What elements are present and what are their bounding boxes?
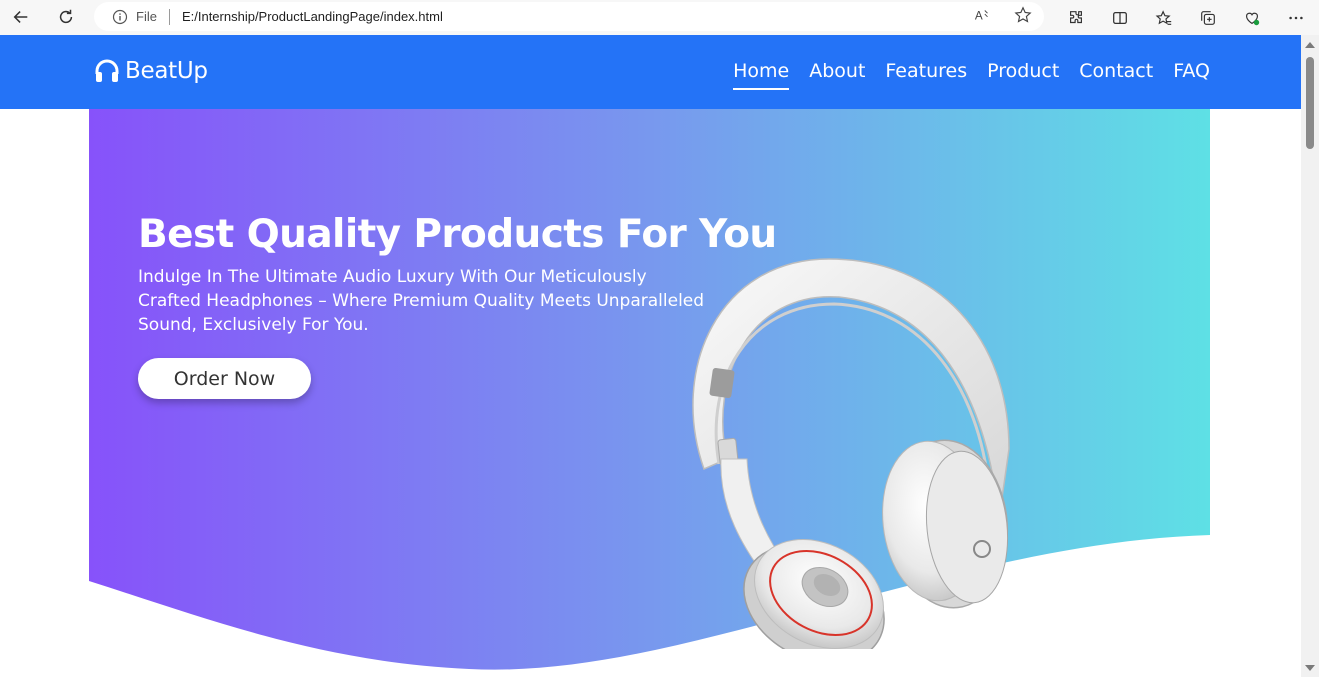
refresh-icon[interactable] (51, 2, 81, 32)
vertical-scrollbar[interactable] (1301, 35, 1319, 677)
more-options-icon[interactable] (1281, 3, 1311, 33)
nav-menu: Home About Features Product Contact FAQ (733, 60, 1210, 90)
page-viewport: BeatUp Home About Features Product Conta… (0, 35, 1301, 677)
headphones-product-image (692, 258, 1010, 649)
favorite-star-icon[interactable] (1014, 6, 1032, 24)
nav-link-product[interactable]: Product (987, 60, 1059, 86)
favorites-icon[interactable] (1149, 3, 1179, 33)
read-aloud-icon[interactable]: A (974, 6, 992, 24)
order-now-button[interactable]: Order Now (138, 358, 311, 399)
hero-subtitle: Indulge In The Ultimate Audio Luxury Wit… (138, 267, 705, 335)
scroll-thumb[interactable] (1306, 57, 1314, 149)
split-screen-icon[interactable] (1105, 3, 1135, 33)
brand-logo[interactable]: BeatUp (94, 58, 208, 84)
svg-text:A: A (975, 10, 983, 23)
scheme-label: File (136, 9, 157, 24)
nav-link-home[interactable]: Home (733, 60, 790, 90)
info-icon[interactable] (112, 9, 128, 25)
collections-icon[interactable] (1193, 3, 1223, 33)
nav-link-contact[interactable]: Contact (1079, 60, 1153, 86)
hero-content: Best Quality Products For You Indulge In… (138, 209, 777, 399)
brand-name: BeatUp (125, 58, 208, 84)
extensions-icon[interactable] (1061, 3, 1091, 33)
nav-link-about[interactable]: About (809, 60, 865, 86)
address-separator (168, 8, 170, 25)
browser-toolbar: File E:/Internship/ProductLandingPage/in… (0, 0, 1319, 35)
scroll-down-icon[interactable] (1305, 665, 1315, 671)
headphones-icon (95, 59, 119, 82)
hero-title: Best Quality Products For You (138, 212, 777, 257)
nav-link-features[interactable]: Features (885, 60, 967, 86)
address-bar[interactable]: File E:/Internship/ProductLandingPage/in… (94, 2, 1044, 31)
scroll-up-icon[interactable] (1305, 42, 1315, 48)
nav-link-faq[interactable]: FAQ (1173, 60, 1210, 86)
hero-section: Best Quality Products For You Indulge In… (89, 109, 1210, 677)
site-navbar: BeatUp Home About Features Product Conta… (0, 35, 1301, 109)
browser-essentials-icon[interactable] (1237, 3, 1267, 33)
back-icon[interactable] (6, 2, 36, 32)
url-text[interactable]: E:/Internship/ProductLandingPage/index.h… (182, 9, 443, 24)
